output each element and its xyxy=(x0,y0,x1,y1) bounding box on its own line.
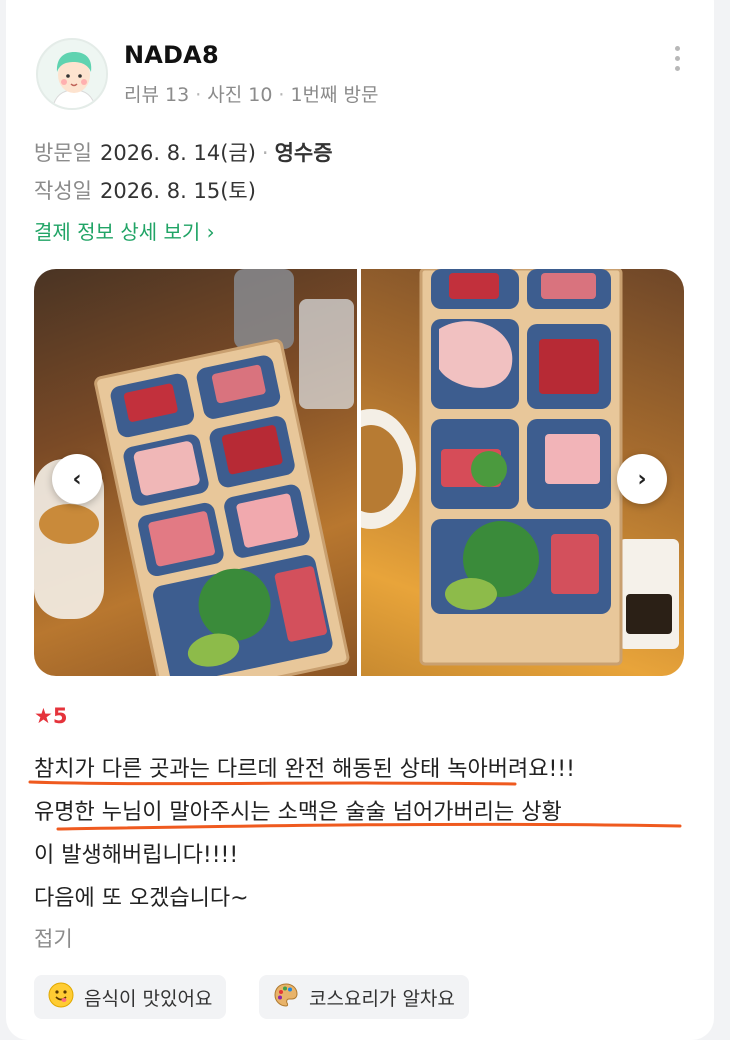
tasty-face-icon xyxy=(48,982,74,1013)
keyword-tag: 음식이 맛있어요 xyxy=(34,975,227,1019)
keyword-tag: 코스요리가 알차요 xyxy=(259,975,469,1019)
fold-button[interactable]: 접기 xyxy=(34,923,73,953)
tag-label: 음식이 맛있어요 xyxy=(84,987,213,1010)
tag-label: 코스요리가 알차요 xyxy=(309,987,455,1010)
underline-annotation xyxy=(28,780,682,831)
palette-icon xyxy=(273,982,299,1013)
